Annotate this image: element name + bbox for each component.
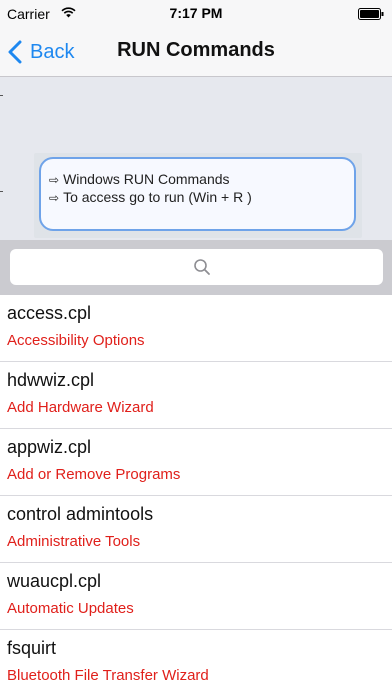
list-item[interactable]: control admintools Administrative Tools <box>0 496 392 563</box>
app-screen: Carrier 7:17 PM Back RUN Commands ⇨ Wind… <box>0 0 392 696</box>
search-icon <box>194 259 210 275</box>
list-item[interactable]: access.cpl Accessibility Options <box>0 295 392 362</box>
banner-line-text: To access go to run (Win + R ) <box>63 189 252 205</box>
command-description: Add or Remove Programs <box>7 466 181 483</box>
list-item[interactable]: wuaucpl.cpl Automatic Updates <box>0 563 392 630</box>
command-name: wuaucpl.cpl <box>7 571 102 591</box>
navigation-bar: Back RUN Commands <box>0 28 392 77</box>
edge-mark <box>0 191 3 192</box>
arrow-right-icon: ⇨ <box>49 191 60 205</box>
command-description: Accessibility Options <box>7 332 145 349</box>
clock: 7:17 PM <box>169 5 223 21</box>
command-name: appwiz.cpl <box>7 437 92 457</box>
banner-message-box: ⇨ Windows RUN Commands ⇨ To access go to r… <box>39 157 356 231</box>
page-title: RUN Commands <box>117 39 275 61</box>
banner-card: ⇨ Windows RUN Commands ⇨ To access go to r… <box>34 153 362 238</box>
command-description: Add Hardware Wizard <box>7 399 154 416</box>
command-name: hdwwiz.cpl <box>7 370 95 390</box>
status-bar: Carrier 7:17 PM <box>0 0 392 28</box>
commands-list: access.cpl Accessibility Options hdwwiz.… <box>0 295 392 696</box>
info-banner: ⇨ Windows RUN Commands ⇨ To access go to r… <box>0 77 392 240</box>
command-description: Automatic Updates <box>7 600 134 617</box>
command-description: Administrative Tools <box>7 533 141 550</box>
list-item[interactable]: hdwwiz.cpl Add Hardware Wizard <box>0 362 392 429</box>
arrow-right-icon: ⇨ <box>49 173 60 187</box>
banner-line-text: Windows RUN Commands <box>63 171 230 187</box>
command-name: control admintools <box>7 504 154 524</box>
search-input[interactable] <box>10 249 383 285</box>
list-item[interactable]: fsquirt Bluetooth File Transfer Wizard <box>0 630 392 696</box>
search-bar <box>0 240 392 295</box>
battery-icon <box>358 8 384 20</box>
command-name: fsquirt <box>7 638 57 658</box>
edge-mark <box>0 95 3 96</box>
command-description: Bluetooth File Transfer Wizard <box>7 667 209 684</box>
banner-line: ⇨ To access go to run (Win + R ) <box>49 189 252 205</box>
list-item[interactable]: appwiz.cpl Add or Remove Programs <box>0 429 392 496</box>
command-name: access.cpl <box>7 303 92 323</box>
banner-line: ⇨ Windows RUN Commands <box>49 171 230 187</box>
